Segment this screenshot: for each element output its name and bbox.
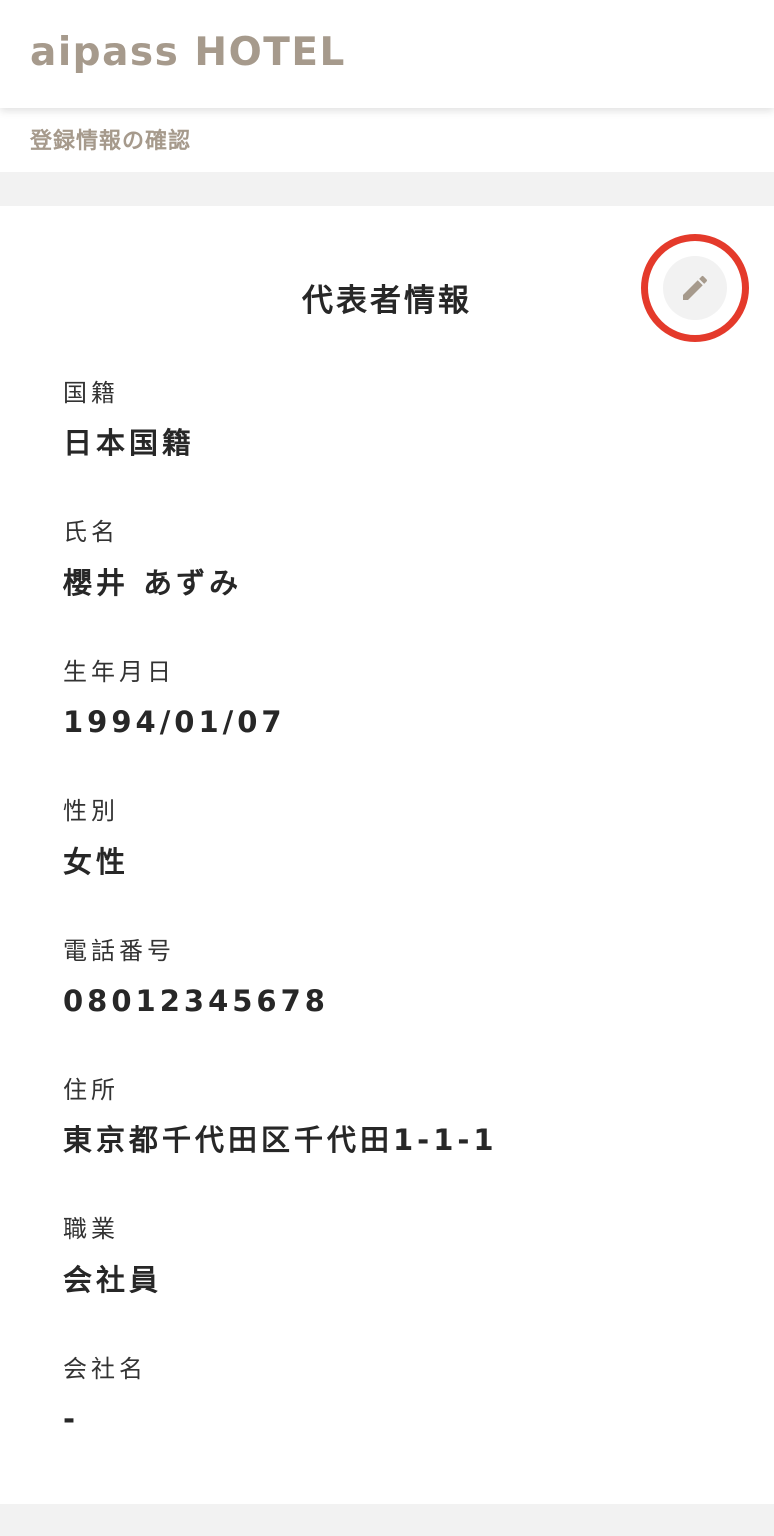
company-name-value: - — [63, 1402, 80, 1436]
address-value: 東京都千代田区千代田1-1-1 — [63, 1123, 498, 1157]
phone-label: 電話番号 — [63, 937, 175, 965]
phone-value: 08012345678 — [63, 984, 329, 1018]
page-title: 登録情報の確認 — [30, 129, 192, 154]
company-name-label: 会社名 — [63, 1355, 147, 1383]
nationality-value: 日本国籍 — [63, 426, 196, 460]
occupation-value: 会社員 — [63, 1263, 163, 1297]
birthdate-label: 生年月日 — [63, 658, 175, 686]
app-header: aipass HOTEL — [0, 0, 774, 108]
brand-logo: aipass HOTEL — [30, 30, 346, 75]
edit-button[interactable] — [663, 256, 727, 320]
name-label: 氏名 — [63, 518, 119, 546]
occupation-label: 職業 — [63, 1215, 119, 1243]
address-label: 住所 — [63, 1076, 119, 1104]
pencil-icon — [683, 275, 708, 300]
gender-label: 性別 — [63, 797, 119, 825]
name-value: 櫻井 あずみ — [63, 566, 243, 600]
nationality-label: 国籍 — [63, 379, 119, 407]
birthdate-value: 1994/01/07 — [63, 705, 286, 739]
gender-value: 女性 — [63, 845, 130, 879]
representative-info-card: 代表者情報 国籍 日本国籍 氏名 櫻井 あずみ 生年月日 1994/01/07 … — [0, 206, 774, 1504]
